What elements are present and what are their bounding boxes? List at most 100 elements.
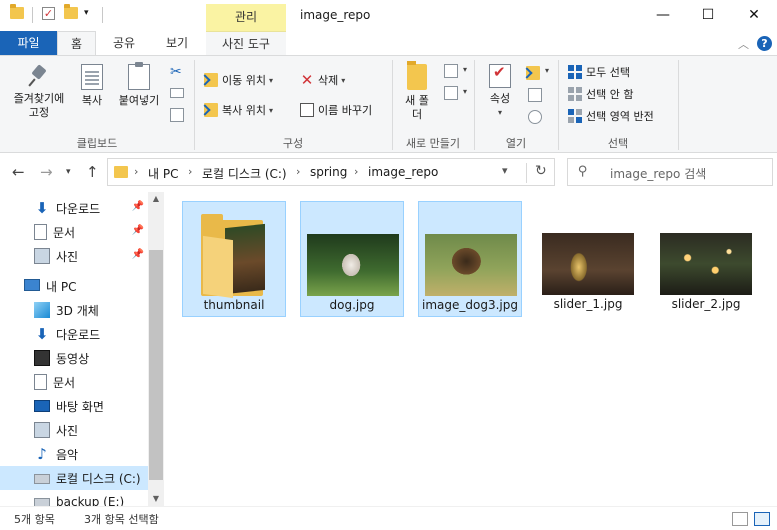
help-icon[interactable]: ?: [757, 36, 772, 51]
divider: [678, 60, 679, 150]
nav-item-documents[interactable]: 문서: [0, 370, 148, 394]
maximize-button[interactable]: ☐: [685, 0, 731, 31]
back-arrow-icon[interactable]: ←: [12, 163, 25, 181]
download-icon: ⬇: [35, 325, 49, 343]
chevron-down-icon[interactable]: ▾: [545, 66, 549, 75]
tab-view[interactable]: 보기: [152, 31, 202, 55]
chevron-right-icon[interactable]: ›: [134, 165, 138, 178]
rename-icon: [300, 103, 314, 117]
history-icon[interactable]: [528, 110, 542, 124]
file-item-thumbnail[interactable]: thumbnail: [182, 201, 286, 317]
nav-item-quick-documents[interactable]: 문서 📌: [0, 220, 148, 244]
folder-icon: [114, 166, 128, 178]
copy-to-button[interactable]: 복사 위치 ▾: [204, 102, 273, 118]
chevron-down-icon[interactable]: ▾: [463, 87, 467, 96]
recent-locations-icon[interactable]: ▾: [66, 167, 71, 177]
chevron-down-icon[interactable]: ▾: [463, 65, 467, 74]
nav-item-backup-e[interactable]: backup (E:): [0, 490, 148, 506]
edit-icon[interactable]: [528, 88, 542, 102]
invert-selection-button[interactable]: 선택 영역 반전: [568, 108, 654, 124]
nav-item-videos[interactable]: 동영상: [0, 346, 148, 370]
delete-button[interactable]: ✕ 삭제 ▾: [300, 71, 346, 89]
scrollbar-thumb[interactable]: [149, 250, 163, 480]
nav-item-label: 로컬 디스크 (C:): [56, 471, 141, 486]
new-folder-label: 새 폴더: [405, 94, 429, 121]
properties-icon[interactable]: ✓: [42, 7, 55, 20]
nav-item-quick-downloads[interactable]: ⬇ 다운로드 📌: [0, 196, 148, 220]
title-bar: ✓ ▾ 관리 image_repo — ☐ ✕: [0, 0, 777, 31]
open-group-label: 열기: [505, 137, 527, 150]
selected-count: 3개 항목 선택함: [84, 513, 159, 526]
tab-file[interactable]: 파일: [0, 31, 57, 55]
paste-shortcut-icon[interactable]: [170, 108, 184, 122]
collapse-ribbon-icon[interactable]: ︿: [738, 36, 749, 52]
search-box[interactable]: ⚲ image_repo 검색: [567, 158, 773, 186]
new-folder-button[interactable]: 새 폴더: [400, 61, 434, 122]
open-icon[interactable]: [526, 66, 540, 80]
refresh-icon[interactable]: ↻: [526, 163, 547, 183]
new-folder-icon[interactable]: [64, 4, 78, 19]
nav-item-music[interactable]: ♪ 음악: [0, 442, 148, 466]
folder-icon[interactable]: [10, 4, 24, 19]
image-thumbnail: [660, 233, 752, 295]
scroll-up-icon[interactable]: ▲: [148, 194, 164, 203]
easy-access-icon[interactable]: [444, 86, 458, 100]
file-item-image-dog3[interactable]: image_dog3.jpg: [418, 201, 522, 317]
nav-item-this-pc[interactable]: 내 PC: [0, 274, 148, 298]
properties-button[interactable]: 속성 ▾: [482, 64, 518, 120]
copy-path-icon[interactable]: [170, 88, 184, 98]
chevron-right-icon[interactable]: ›: [188, 165, 192, 178]
new-item-icon[interactable]: [444, 64, 458, 78]
file-item-dog[interactable]: dog.jpg: [300, 201, 404, 317]
nav-item-desktop[interactable]: 바탕 화면: [0, 394, 148, 418]
breadcrumb-local-disk[interactable]: 로컬 디스크 (C:): [202, 165, 287, 182]
chevron-right-icon[interactable]: ›: [354, 165, 358, 178]
breadcrumb-this-pc[interactable]: 내 PC: [148, 165, 178, 182]
move-to-label: 이동 위치: [222, 74, 266, 87]
invert-selection-label: 선택 영역 반전: [586, 110, 654, 123]
paste-button[interactable]: 붙여넣기: [114, 62, 164, 108]
up-arrow-icon[interactable]: ↑: [86, 163, 99, 181]
breadcrumb-image-repo[interactable]: image_repo: [368, 165, 438, 179]
breadcrumb-spring[interactable]: spring: [310, 165, 347, 179]
image-thumbnail: [425, 234, 517, 296]
tab-picture-tools[interactable]: 사진 도구: [206, 31, 286, 55]
chevron-right-icon[interactable]: ›: [296, 165, 300, 178]
select-all-icon: [568, 65, 582, 79]
forward-arrow-icon[interactable]: →: [40, 163, 53, 181]
move-to-button[interactable]: 이동 위치 ▾: [204, 72, 273, 88]
nav-item-quick-pictures[interactable]: 사진 📌: [0, 244, 148, 268]
scroll-down-icon[interactable]: ▼: [148, 494, 164, 503]
select-all-button[interactable]: 모두 선택: [568, 64, 630, 80]
address-bar[interactable]: › 내 PC › 로컬 디스크 (C:) › spring › image_re…: [107, 158, 555, 186]
nav-item-local-disk-c[interactable]: 로컬 디스크 (C:): [0, 466, 148, 490]
close-button[interactable]: ✕: [731, 0, 777, 31]
new-group-label: 새로 만들기: [405, 137, 461, 150]
organize-group-label: 구성: [282, 137, 304, 150]
file-name: thumbnail: [203, 298, 265, 312]
computer-icon: [24, 279, 40, 291]
file-item-slider-2[interactable]: slider_2.jpg: [654, 201, 758, 317]
tab-home[interactable]: 홈: [57, 31, 96, 55]
rename-button[interactable]: 이름 바꾸기: [300, 102, 372, 118]
minimize-button[interactable]: —: [640, 0, 686, 31]
tab-share[interactable]: 공유: [100, 31, 148, 55]
nav-item-3d-objects[interactable]: 3D 개체: [0, 298, 148, 322]
large-icons-view-icon[interactable]: [754, 512, 770, 526]
select-all-label: 모두 선택: [586, 66, 630, 79]
cut-icon[interactable]: ✂: [170, 64, 182, 80]
copy-button[interactable]: 복사: [74, 64, 110, 108]
nav-item-downloads[interactable]: ⬇ 다운로드: [0, 322, 148, 346]
properties-label: 속성: [489, 92, 511, 105]
details-view-icon[interactable]: [732, 512, 748, 526]
delete-icon: ✕: [300, 71, 314, 89]
select-none-button[interactable]: 선택 안 함: [568, 86, 633, 102]
chevron-down-icon[interactable]: ▾: [502, 164, 508, 177]
clipboard-group-label: 클립보드: [76, 137, 118, 150]
pin-to-quick-access-button[interactable]: 즐겨찾기에 고정: [6, 64, 72, 120]
nav-item-pictures[interactable]: 사진: [0, 418, 148, 442]
invert-selection-icon: [568, 109, 582, 123]
search-input[interactable]: image_repo 검색: [610, 165, 706, 182]
file-item-slider-1[interactable]: slider_1.jpg: [536, 201, 640, 317]
quick-access-dropdown-icon[interactable]: ▾: [84, 8, 89, 18]
